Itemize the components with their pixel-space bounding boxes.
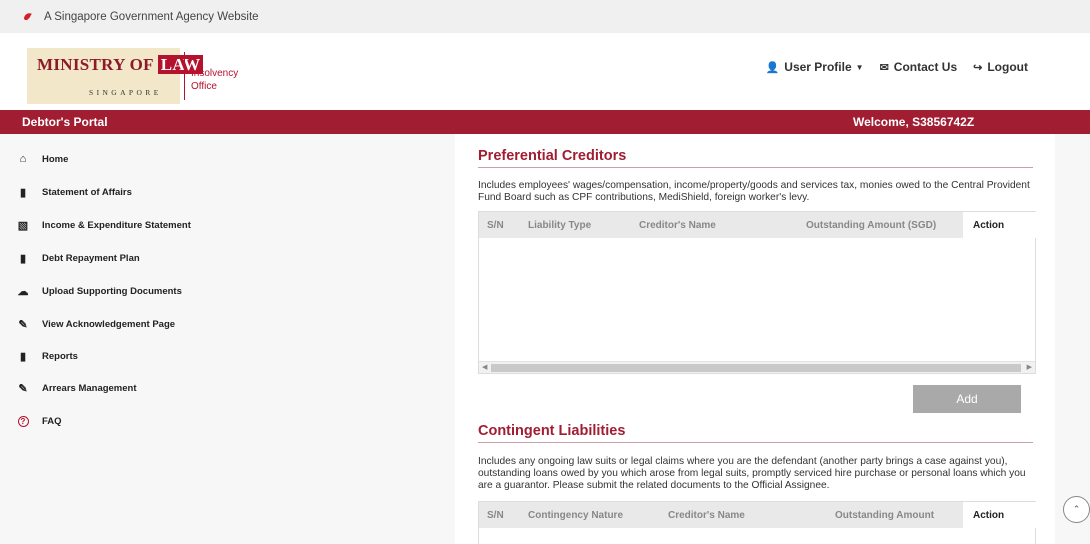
document-icon: ▮ (19, 186, 27, 199)
contingent-liabilities-table: S/N Contingency Nature Creditor's Name O… (478, 501, 1036, 544)
col-sn: S/N (487, 510, 504, 521)
masthead: MINISTRY OF LAW SINGAPORE Insolvency Off… (0, 33, 1090, 110)
portal-bar: Debtor's Portal Welcome, S3856742Z (0, 110, 1090, 134)
scroll-to-top-button[interactable]: ⌃ (1063, 496, 1090, 523)
col-outstanding-amount: Outstanding Amount (SGD) (806, 220, 937, 231)
gov-banner-text: A Singapore Government Agency Website (44, 10, 259, 23)
contact-us-link[interactable]: ✉ Contact Us (880, 60, 958, 74)
table-header: S/N Contingency Nature Creditor's Name O… (479, 502, 1036, 528)
sidebar-item-income-expenditure[interactable]: ▧ Income & Expenditure Statement (16, 217, 191, 233)
logo-divider (184, 52, 185, 100)
portal-title: Debtor's Portal (22, 115, 108, 129)
sidebar-item-statement-of-affairs[interactable]: ▮ Statement of Affairs (16, 184, 132, 200)
singapore-lion-icon (24, 12, 32, 20)
table-header: S/N Liability Type Creditor's Name Outst… (479, 212, 1036, 238)
welcome-text: Welcome, S3856742Z (853, 115, 975, 129)
sidebar-item-upload-documents[interactable]: ☁ Upload Supporting Documents (16, 283, 182, 299)
col-action: Action (963, 502, 1036, 528)
question-circle-icon: ? (17, 415, 29, 427)
gov-banner: A Singapore Government Agency Website (0, 0, 1090, 33)
logo-office: Insolvency Office (191, 68, 239, 92)
right-gutter (1055, 134, 1090, 544)
sidebar-item-faq[interactable]: ? FAQ (16, 413, 62, 429)
col-outstanding-amount: Outstanding Amount (835, 510, 935, 521)
user-icon: 👤 (765, 61, 780, 74)
envelope-icon: ✉ (879, 61, 889, 74)
col-contingency-nature: Contingency Nature (528, 510, 624, 521)
logout-link[interactable]: ↪ Logout (973, 60, 1028, 74)
top-nav: 👤 User Profile ▼ ✉ Contact Us ↪ Logout (750, 60, 1028, 74)
logo-subtitle: SINGAPORE (89, 88, 162, 97)
logo-title: MINISTRY OF LAW (37, 55, 204, 75)
scroll-left-icon[interactable]: ◀ (482, 362, 487, 374)
contingent-liabilities-title: Contingent Liabilities (478, 423, 626, 439)
home-icon: ⌂ (19, 153, 27, 165)
section-divider (478, 442, 1033, 443)
col-liability-type: Liability Type (528, 220, 592, 231)
scroll-right-icon[interactable]: ▶ (1027, 362, 1032, 374)
add-preferential-creditor-button[interactable]: Add (913, 385, 1021, 413)
user-profile-menu[interactable]: 👤 User Profile ▼ (766, 60, 864, 74)
edit-document-icon: ✎ (18, 318, 28, 331)
edit-document-icon: ✎ (18, 382, 28, 395)
col-sn: S/N (487, 220, 504, 231)
scrollbar-thumb[interactable] (491, 364, 1021, 372)
report-icon: ▮ (19, 350, 27, 363)
ministry-of-law-logo[interactable]: MINISTRY OF LAW SINGAPORE Insolvency Off… (27, 48, 247, 104)
sidebar: ⌂ Home ▮ Statement of Affairs ▧ Income &… (0, 134, 455, 544)
plan-icon: ▮ (19, 252, 27, 265)
section-divider (478, 167, 1033, 168)
ledger-icon: ▧ (17, 219, 29, 232)
sidebar-item-reports[interactable]: ▮ Reports (16, 348, 78, 364)
col-creditor-name: Creditor's Name (668, 510, 745, 521)
preferential-creditors-description: Includes employees' wages/compensation, … (478, 180, 1030, 203)
sidebar-item-home[interactable]: ⌂ Home (16, 151, 69, 167)
caret-down-icon: ▼ (855, 62, 864, 72)
sidebar-item-arrears-management[interactable]: ✎ Arrears Management (16, 380, 136, 396)
preferential-creditors-title: Preferential Creditors (478, 148, 627, 164)
sidebar-item-debt-repayment-plan[interactable]: ▮ Debt Repayment Plan (16, 250, 140, 266)
col-creditor-name: Creditor's Name (639, 220, 716, 231)
contingent-liabilities-description: Includes any ongoing law suits or legal … (478, 456, 1026, 491)
chevron-up-icon: ⌃ (1072, 504, 1081, 514)
main-content: Preferential Creditors Includes employee… (455, 134, 1055, 544)
cloud-upload-icon: ☁ (17, 285, 29, 298)
preferential-creditors-table: S/N Liability Type Creditor's Name Outst… (478, 211, 1036, 374)
col-action: Action (963, 212, 1036, 238)
sidebar-item-acknowledgement[interactable]: ✎ View Acknowledgement Page (16, 316, 175, 332)
horizontal-scrollbar[interactable]: ◀ ▶ (479, 361, 1035, 373)
logout-icon: ↪ (973, 61, 983, 74)
